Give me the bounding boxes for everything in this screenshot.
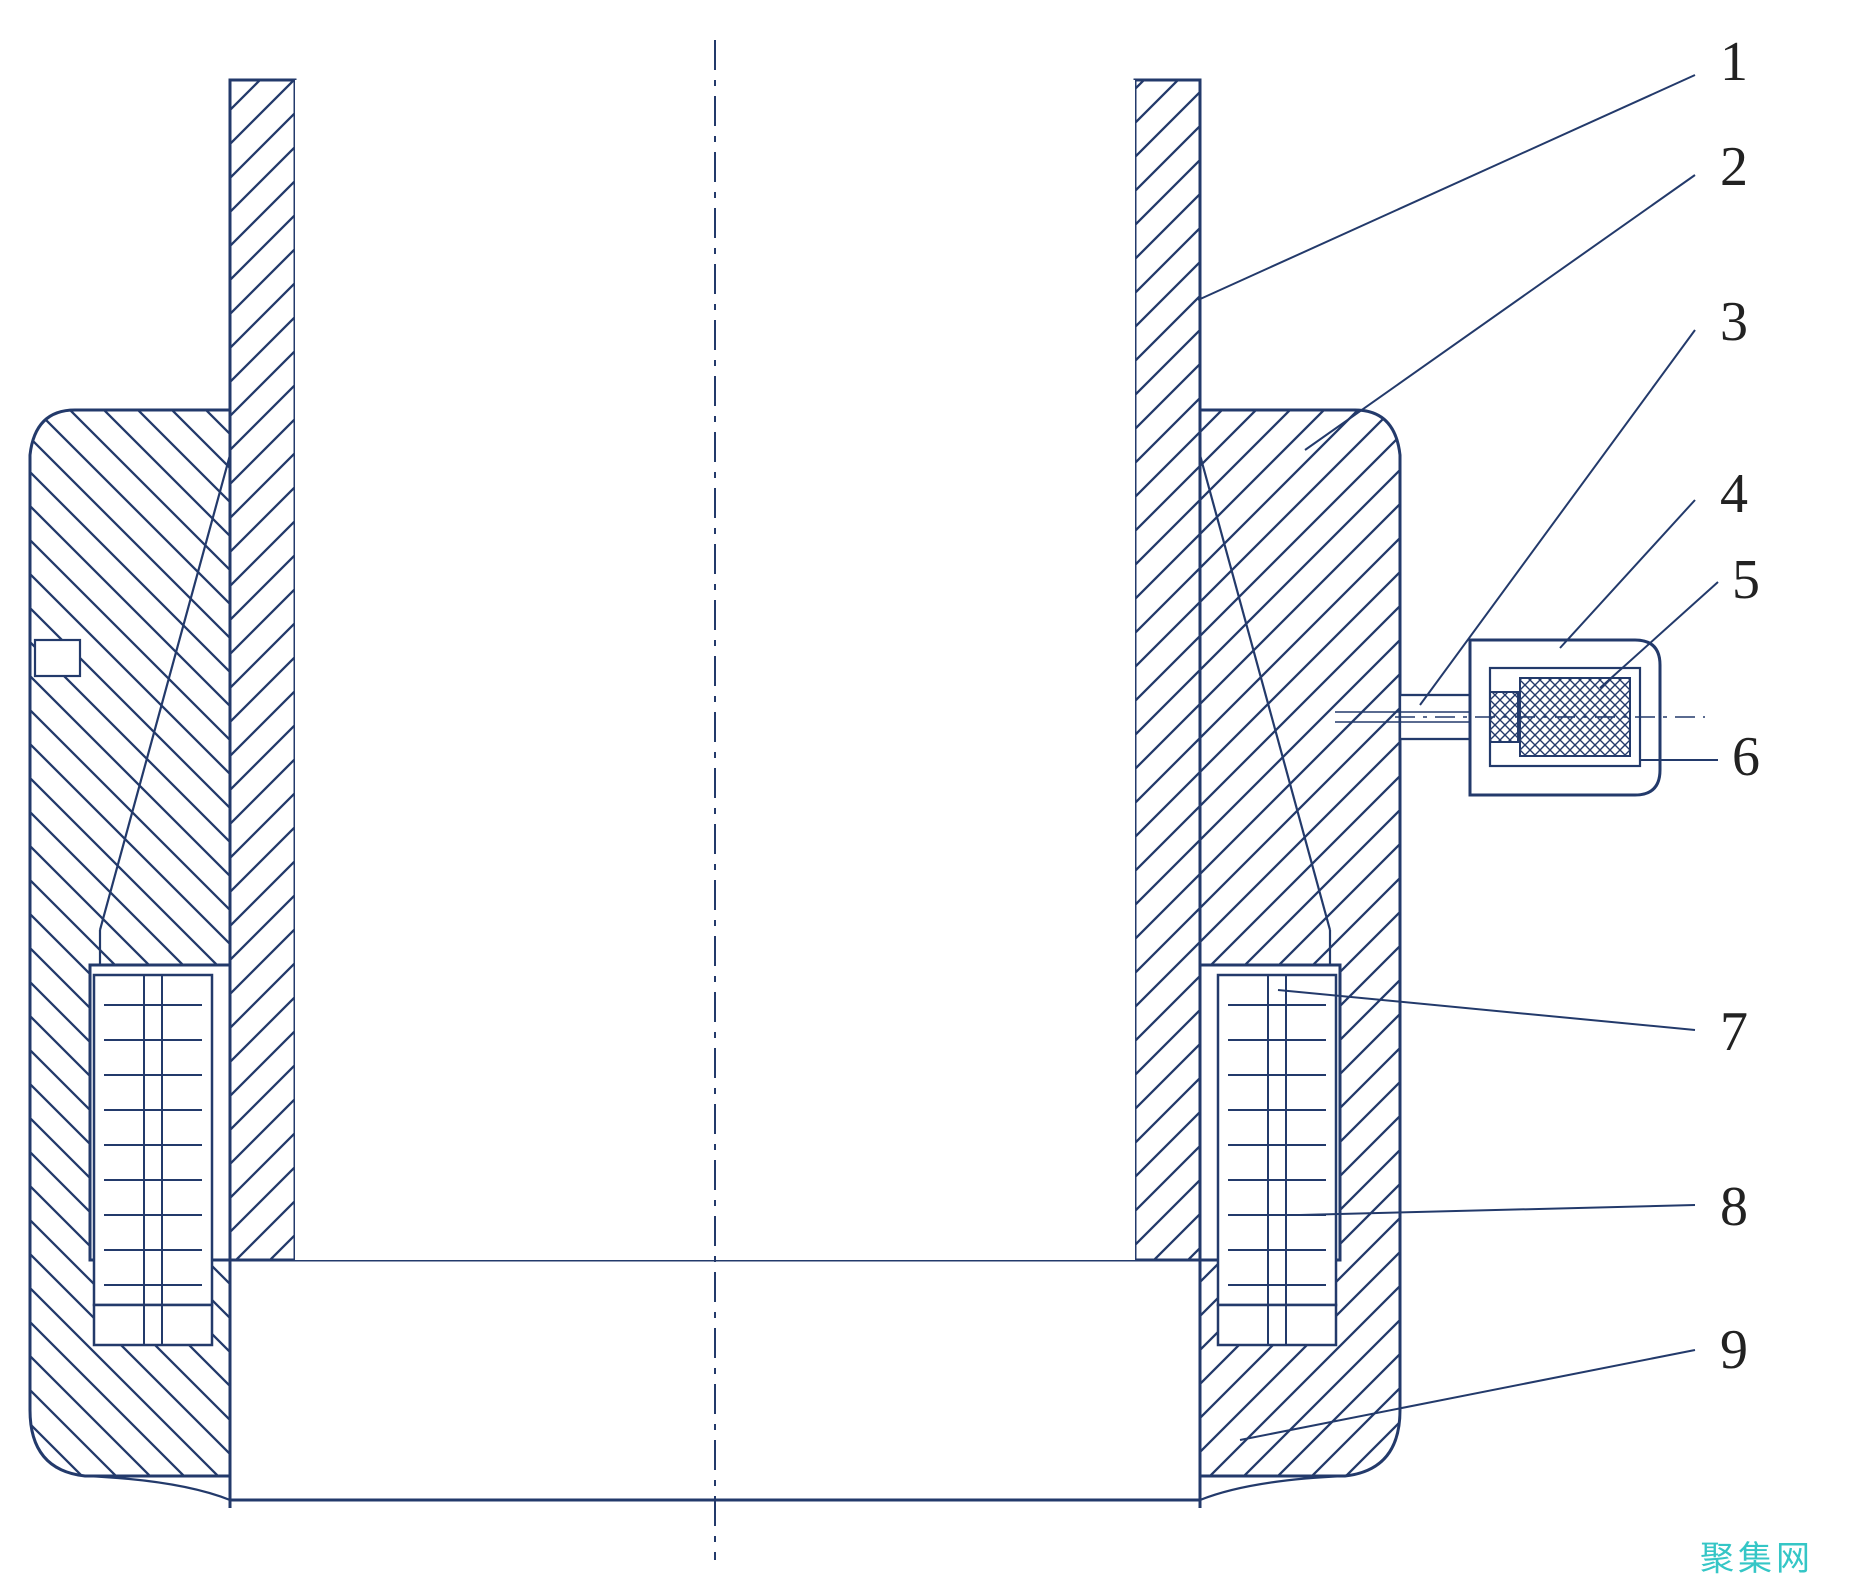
label-numbers: 1 2 3 4 5 6 7 8 9 bbox=[1720, 31, 1760, 1381]
spring-chamber-left bbox=[94, 975, 212, 1345]
label-3: 3 bbox=[1720, 291, 1748, 353]
watermark: 聚集网 bbox=[1700, 1540, 1814, 1578]
label-2: 2 bbox=[1720, 136, 1748, 198]
label-4: 4 bbox=[1720, 463, 1748, 525]
label-6: 6 bbox=[1732, 726, 1760, 788]
technical-drawing: 1 2 3 4 5 6 7 8 9 聚集网 bbox=[0, 0, 1851, 1588]
label-5: 5 bbox=[1732, 549, 1760, 611]
label-1: 1 bbox=[1720, 31, 1748, 93]
label-7: 7 bbox=[1720, 1001, 1748, 1063]
label-8: 8 bbox=[1720, 1176, 1748, 1238]
label-9: 9 bbox=[1720, 1319, 1748, 1381]
spring-chamber-right bbox=[1218, 975, 1336, 1345]
